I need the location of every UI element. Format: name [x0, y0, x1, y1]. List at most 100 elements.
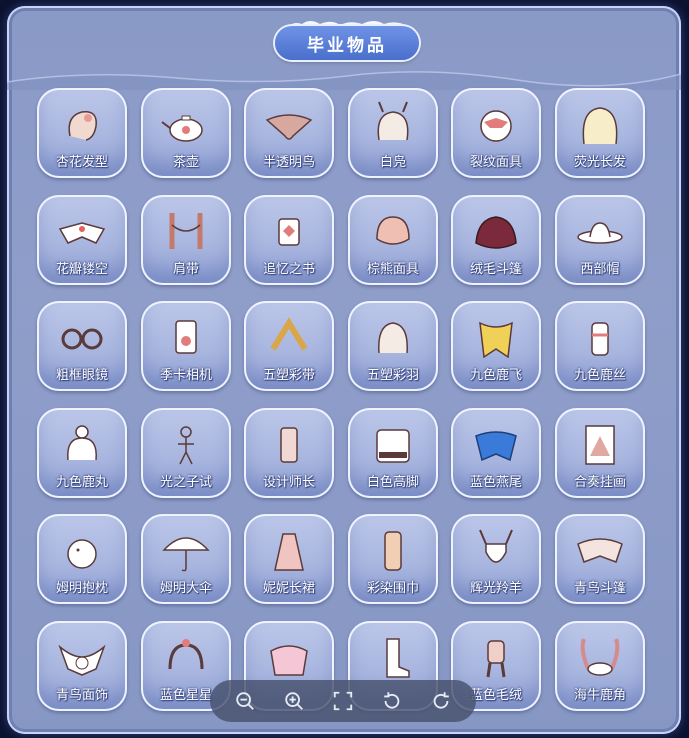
fullscreen-button[interactable] — [328, 686, 358, 716]
cracked-mask-icon — [480, 110, 512, 142]
item-tile[interactable]: 茶壶 — [141, 88, 231, 178]
item-label: 白凫 — [379, 155, 406, 170]
item-tile[interactable]: 半透明鸟 — [244, 88, 334, 178]
bear-mask-icon — [376, 216, 410, 245]
item-label: 季卡相机 — [159, 368, 212, 383]
item-label: 青鸟斗篷 — [573, 581, 626, 596]
rotate-left-icon — [384, 692, 400, 709]
duck-hair-icon — [377, 101, 409, 141]
item-tile[interactable]: 绒毛斗篷 — [451, 195, 541, 285]
item-label: 姆明大伞 — [159, 581, 212, 596]
zoom-out-button[interactable] — [230, 686, 260, 716]
item-tile[interactable]: 辉光羚羊 — [451, 514, 541, 604]
feather-hair-icon — [378, 322, 408, 354]
item-tile[interactable]: 九色鹿飞 — [451, 301, 541, 391]
book-icon — [278, 218, 300, 246]
item-label: 合奏挂画 — [573, 475, 626, 490]
item-label: 白色高脚 — [366, 475, 419, 490]
item-tile[interactable]: 五塑彩带 — [244, 301, 334, 391]
item-label: 光之子试 — [159, 475, 212, 490]
item-label: 蓝色燕尾 — [469, 475, 522, 490]
item-tile[interactable]: 九色鹿丝 — [555, 301, 645, 391]
painting-icon — [585, 425, 615, 465]
item-tile[interactable]: 蓝色燕尾 — [451, 408, 541, 498]
rotate-right-icon — [434, 692, 450, 709]
item-label: 棕熊面具 — [366, 262, 419, 277]
item-label: 杏花发型 — [55, 155, 108, 170]
item-tile[interactable]: 姆明抱枕 — [37, 514, 127, 604]
bun-hair-icon — [67, 425, 97, 461]
item-tile[interactable]: 花瓣镂空 — [37, 195, 127, 285]
rotate-left-button[interactable] — [377, 686, 407, 716]
item-tile[interactable]: 青鸟面饰 — [37, 621, 127, 711]
item-label: 九色鹿丝 — [573, 368, 626, 383]
fullscreen-icon — [333, 691, 353, 711]
item-tile[interactable]: 棕熊面具 — [348, 195, 438, 285]
item-label: 九色鹿飞 — [469, 368, 522, 383]
shoulder-strap-icon — [169, 213, 203, 249]
antler-icon — [580, 638, 620, 676]
item-tile[interactable]: 裂纹面具 — [451, 88, 541, 178]
petal-cape-icon — [58, 222, 106, 244]
zoom-in-button[interactable] — [279, 686, 309, 716]
antelope-mask-icon — [479, 529, 513, 563]
item-label: 绒毛斗篷 — [469, 262, 522, 277]
statue-icon — [178, 426, 194, 465]
item-tile[interactable]: 青鸟斗篷 — [555, 514, 645, 604]
deer-outfit-icon — [591, 322, 609, 356]
item-tile[interactable]: 季卡相机 — [141, 301, 231, 391]
item-tile[interactable]: 西部帽 — [555, 195, 645, 285]
bluebird-cape-icon — [577, 538, 623, 563]
hairstyle-icon — [68, 111, 97, 141]
bird-icon — [265, 114, 313, 140]
item-label: 青鸟面饰 — [55, 688, 108, 703]
item-tile[interactable]: 海牛鹿角 — [555, 621, 645, 711]
item-tile[interactable]: 彩染围巾 — [348, 514, 438, 604]
item-tile[interactable]: 设计师长 — [244, 408, 334, 498]
item-tile[interactable]: 白凫 — [348, 88, 438, 178]
item-label: 姆明抱枕 — [55, 581, 108, 596]
item-label: 花瓣镂空 — [55, 262, 108, 277]
zoom-in-icon — [285, 692, 303, 710]
wave-divider — [7, 71, 681, 90]
item-tile[interactable]: 九色鹿丸 — [37, 408, 127, 498]
bluebird-face-icon — [58, 644, 106, 676]
item-label: 西部帽 — [580, 262, 620, 277]
scarf-icon — [384, 531, 402, 571]
item-tile[interactable]: 肩带 — [141, 195, 231, 285]
glasses-icon — [61, 328, 103, 350]
rotate-right-button[interactable] — [426, 686, 456, 716]
item-tile[interactable]: 白色高脚 — [348, 408, 438, 498]
item-tile[interactable]: 妮妮长裙 — [244, 514, 334, 604]
item-tile[interactable]: 五塑彩羽 — [348, 301, 438, 391]
item-label: 妮妮长裙 — [262, 581, 315, 596]
item-tile[interactable]: 光之子试 — [141, 408, 231, 498]
item-label: 肩带 — [172, 262, 199, 277]
item-tile[interactable]: 追忆之书 — [244, 195, 334, 285]
item-tile[interactable]: 粗框眼镜 — [37, 301, 127, 391]
camera-icon — [175, 320, 197, 354]
item-label: 半透明鸟 — [262, 155, 315, 170]
moomin-icon — [67, 539, 97, 569]
designer-outfit-icon — [280, 427, 298, 463]
fluffy-cape-icon — [475, 216, 517, 249]
boots-icon — [386, 638, 410, 678]
dress-icon — [274, 533, 304, 571]
item-label: 彩染围巾 — [366, 581, 419, 596]
item-label: 茶壶 — [172, 155, 199, 170]
blue-cape-icon — [475, 431, 517, 462]
item-tile[interactable]: 荧光长发 — [555, 88, 645, 178]
item-label: 裂纹面具 — [469, 155, 522, 170]
cowboy-hat-icon — [577, 222, 623, 244]
page-title: 毕业物品 — [275, 26, 419, 60]
item-tile[interactable]: 杏花发型 — [37, 88, 127, 178]
item-label: 荧光长发 — [573, 155, 626, 170]
item-tile[interactable]: 合奏挂画 — [555, 408, 645, 498]
plush-outfit-icon — [486, 640, 506, 678]
zoom-out-icon — [235, 692, 254, 710]
image-viewer-toolbar — [210, 680, 476, 722]
item-label: 海牛鹿角 — [573, 688, 626, 703]
item-label: 粗框眼镜 — [55, 368, 108, 383]
item-tile[interactable]: 姆明大伞 — [141, 514, 231, 604]
umbrella-icon — [162, 537, 210, 572]
